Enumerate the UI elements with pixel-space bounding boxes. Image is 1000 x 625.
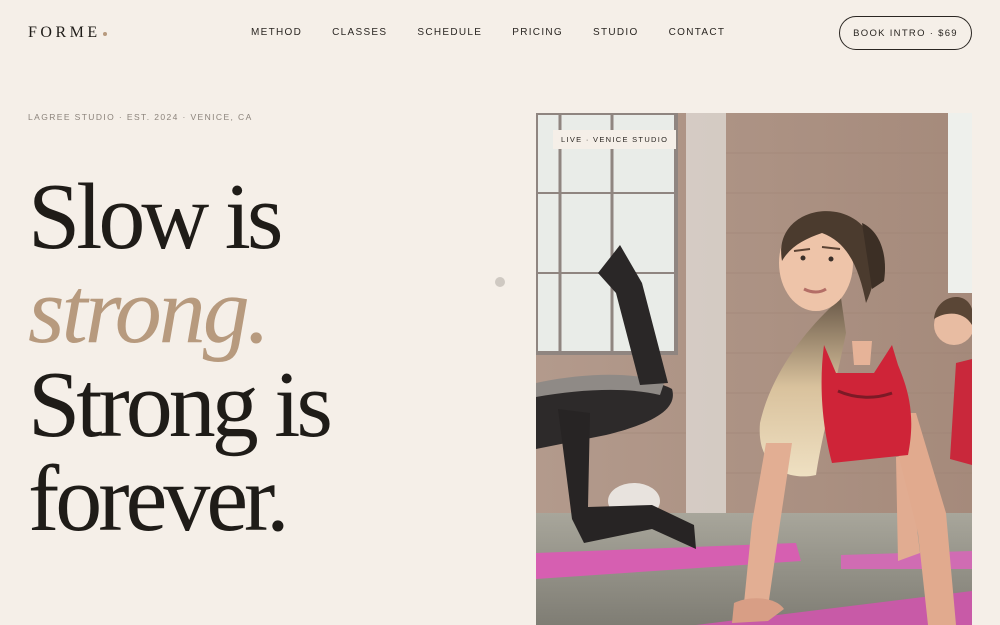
nav-item-contact[interactable]: CONTACT: [669, 27, 726, 38]
nav-item-classes[interactable]: CLASSES: [332, 27, 387, 38]
brand-dot-icon: [102, 32, 107, 36]
brand-name: FORME: [28, 24, 101, 41]
site-header: FORME METHOD CLASSES SCHEDULE PRICING ST…: [0, 0, 1000, 66]
hero-photo-illustration: [536, 113, 972, 625]
brand-logo[interactable]: FORME: [28, 24, 107, 42]
hero-headline: Slow is strong. Strong is forever.: [28, 165, 333, 551]
hero-eyebrow: LAGREE STUDIO · EST. 2024 · VENICE, CA: [28, 112, 253, 122]
headline-line-3: Strong is: [28, 353, 333, 457]
nav-item-studio[interactable]: STUDIO: [593, 27, 639, 38]
nav-item-method[interactable]: METHOD: [251, 27, 302, 38]
hero-image: LIVE · VENICE STUDIO: [536, 113, 972, 625]
headline-accent: strong.: [28, 259, 270, 363]
nav-item-pricing[interactable]: PRICING: [512, 27, 563, 38]
main-nav: METHOD CLASSES SCHEDULE PRICING STUDIO C…: [251, 27, 755, 38]
hero-image-badge: LIVE · VENICE STUDIO: [553, 130, 677, 149]
nav-item-schedule[interactable]: SCHEDULE: [417, 27, 482, 38]
headline-line-1: Slow is: [28, 165, 283, 269]
scroll-indicator-dot[interactable]: [495, 277, 505, 287]
headline-line-4: forever.: [28, 447, 290, 551]
book-intro-button[interactable]: BOOK INTRO · $69: [839, 16, 972, 50]
